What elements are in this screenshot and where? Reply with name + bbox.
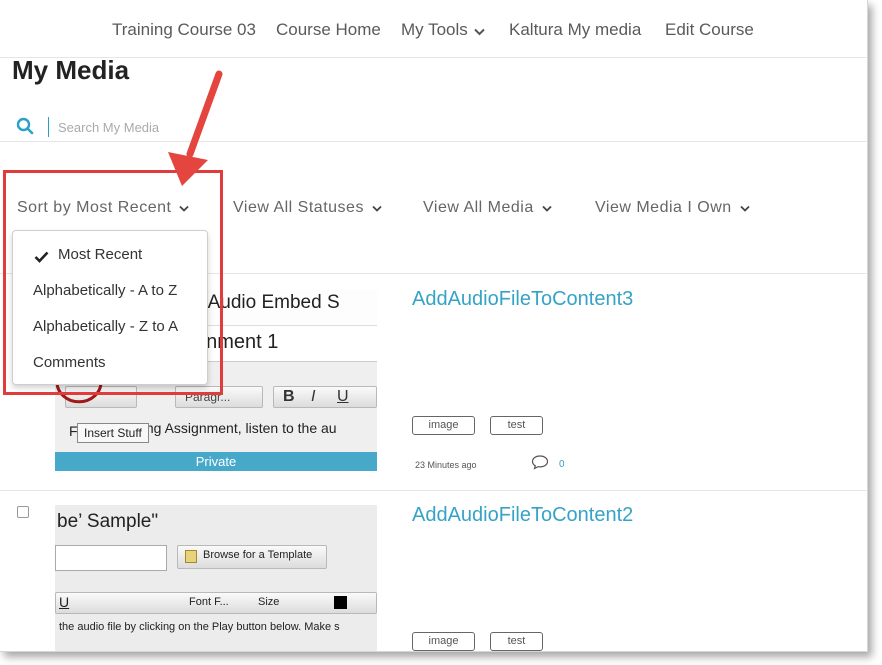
check-icon: [34, 250, 49, 268]
statuses-dropdown[interactable]: View All Statuses: [233, 199, 382, 217]
ownership-dropdown[interactable]: View Media I Own: [595, 199, 750, 217]
search-icon[interactable]: [16, 117, 34, 140]
statuses-dropdown-label: View All Statuses: [233, 199, 364, 217]
media-title-link[interactable]: AddAudioFileToContent2: [412, 504, 633, 527]
search-divider: [48, 117, 49, 137]
sort-dropdown-label: Sort by Most Recent: [17, 199, 172, 217]
nav-kaltura-my-media[interactable]: Kaltura My media: [509, 20, 641, 40]
status-badge: Private: [55, 452, 377, 471]
thumb-text: Font F...: [189, 596, 229, 608]
thumb-text: I: [311, 388, 316, 405]
nav-my-tools-label: My Tools: [401, 20, 468, 39]
search-input[interactable]: [58, 116, 358, 138]
chevron-down-icon: [542, 199, 552, 217]
top-navigation: Training Course 03 Course Home My Tools …: [0, 0, 867, 58]
tag-badge[interactable]: image: [412, 416, 475, 435]
chevron-down-icon: [740, 199, 750, 217]
thumb-text: Browse for a Template: [203, 549, 313, 561]
ownership-dropdown-label: View Media I Own: [595, 199, 732, 217]
thumb-text: n "Audio Embed S: [185, 292, 340, 313]
sort-menu: Most Recent Alphabetically - A to Z Alph…: [12, 230, 208, 385]
chevron-down-icon: [474, 21, 485, 41]
tag-badge[interactable]: test: [490, 416, 543, 435]
media-type-dropdown-label: View All Media: [423, 199, 534, 217]
nav-my-tools[interactable]: My Tools: [401, 20, 485, 41]
color-swatch: [334, 596, 347, 609]
media-title-link[interactable]: AddAudioFileToContent3: [412, 288, 633, 311]
thumb-text: U: [337, 388, 349, 405]
search-row: [0, 100, 867, 142]
app-window: Training Course 03 Course Home My Tools …: [0, 0, 868, 652]
template-icon: [185, 550, 197, 563]
divider: [0, 490, 867, 491]
thumb-text: B: [283, 388, 295, 405]
thumb-text: ning Assignment, listen to the au: [135, 420, 337, 436]
comment-icon: [531, 454, 549, 475]
thumb-field: [55, 545, 167, 571]
page-title: My Media: [12, 55, 130, 85]
chevron-down-icon: [372, 199, 382, 217]
nav-course-home[interactable]: Course Home: [276, 20, 381, 40]
sort-option-comments[interactable]: Comments: [33, 354, 106, 371]
media-type-dropdown[interactable]: View All Media: [423, 199, 552, 217]
timestamp: 23 Minutes ago: [415, 460, 477, 470]
sort-dropdown[interactable]: Sort by Most Recent: [17, 199, 190, 217]
thumb-text: Paragr...: [185, 390, 231, 404]
nav-training-course[interactable]: Training Course 03: [112, 20, 256, 40]
media-thumbnail[interactable]: be’ Sample" Browse for a Template U Font…: [55, 505, 377, 651]
sort-option-z-to-a[interactable]: Alphabetically - Z to A: [33, 318, 178, 335]
sort-option-a-to-z[interactable]: Alphabetically - A to Z: [33, 282, 177, 299]
nav-edit-course[interactable]: Edit Course: [665, 20, 754, 40]
thumb-text: the audio file by clicking on the Play b…: [59, 621, 340, 633]
comment-count[interactable]: 0: [559, 459, 565, 470]
sort-option-most-recent[interactable]: Most Recent: [58, 246, 142, 263]
thumb-text: be’ Sample": [57, 511, 159, 532]
thumb-text: Size: [258, 596, 280, 608]
tag-badge[interactable]: test: [490, 632, 543, 651]
chevron-down-icon: [179, 199, 190, 217]
thumb-text: U: [59, 594, 70, 610]
insert-stuff-tooltip: Insert Stuff: [77, 423, 149, 443]
select-checkbox[interactable]: [17, 506, 29, 518]
tag-badge[interactable]: image: [412, 632, 475, 651]
